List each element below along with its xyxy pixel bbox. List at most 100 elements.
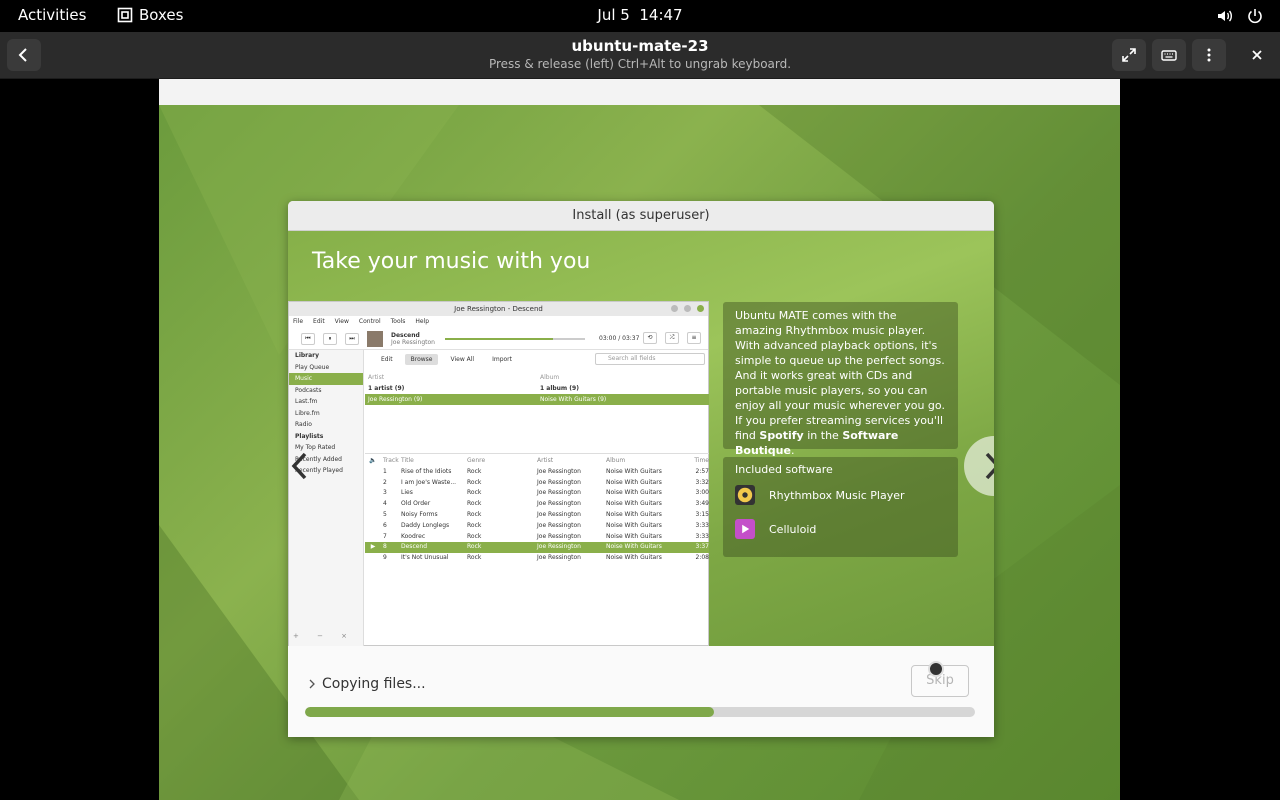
track-genre: Rock xyxy=(467,478,482,486)
more-options-button[interactable] xyxy=(1192,39,1226,71)
prev-track-icon: ⏮ xyxy=(301,332,315,345)
rb-tab: Import xyxy=(492,355,512,363)
artist-selected: Joe Ressington (9) xyxy=(368,396,423,403)
track-n: 8 xyxy=(383,543,387,551)
library-item: Last.fm xyxy=(295,398,318,405)
rb-menu-item: File xyxy=(293,318,304,325)
software-item: Celluloid xyxy=(735,519,816,539)
track-n: 6 xyxy=(383,521,387,529)
track-artist: Joe Ressington xyxy=(537,510,581,518)
next-slide-button[interactable] xyxy=(964,436,994,496)
col-album: Album xyxy=(606,457,626,464)
progress-fill xyxy=(305,707,714,717)
installer-title: Install (as superuser) xyxy=(288,201,994,231)
track-row: 5 Noisy Forms Rock Joe Ressington Noise With… xyxy=(365,510,709,521)
track-n: 9 xyxy=(383,554,387,562)
track-artist: Joe Ressington xyxy=(537,478,581,486)
library-item: Music xyxy=(289,373,363,385)
rb-controls: ⏮ ⏸ ⏭ Descend Joe Ressington 03:00 / 03:… xyxy=(289,328,708,350)
track-time: 3:33 xyxy=(695,532,709,540)
keyboard-icon xyxy=(1161,50,1177,61)
artist-header: Artist xyxy=(368,374,385,381)
album-all: 1 album (9) xyxy=(540,385,579,392)
track-status xyxy=(365,488,381,499)
track-status xyxy=(365,478,381,489)
close-button[interactable] xyxy=(1240,39,1274,71)
track-row: 7 Koodrec Rock Joe Ressington Noise With Gui… xyxy=(365,532,709,543)
track-album: Noise With Guitars xyxy=(606,532,662,540)
previous-slide-button[interactable] xyxy=(288,446,312,486)
track-genre: Rock xyxy=(467,532,482,540)
chevron-right-icon xyxy=(985,452,994,480)
fullscreen-icon xyxy=(1122,48,1136,62)
track-n: 1 xyxy=(383,467,387,475)
track-time: 3:37 xyxy=(695,543,709,551)
track-time: 3:15 xyxy=(695,510,709,518)
track-n: 4 xyxy=(383,500,387,508)
speaker-icon: 🔈 xyxy=(369,457,377,464)
track-time: 2:08 xyxy=(695,554,709,562)
track-genre: Rock xyxy=(467,489,482,497)
track-row: ▶ 8 Descend Rock Joe Ressington Noise With Gu… xyxy=(365,542,709,554)
system-menu[interactable] xyxy=(1216,7,1264,25)
install-status[interactable]: Copying files... xyxy=(308,676,426,692)
track-genre: Rock xyxy=(467,500,482,508)
mouse-cursor xyxy=(928,661,944,677)
col-genre: Genre xyxy=(467,457,486,464)
track-time: 2:57 xyxy=(695,467,709,475)
vm-title: ubuntu-mate-23 xyxy=(571,37,709,55)
software-item: Rhythmbox Music Player xyxy=(735,485,905,505)
rb-menubar: File Edit View Control Tools Help xyxy=(289,316,708,328)
track-artist: Joe Ressington xyxy=(537,554,581,562)
vertical-dots-icon xyxy=(1207,48,1211,62)
boxes-icon xyxy=(117,7,133,23)
col-time: Time xyxy=(694,457,709,464)
install-progress-bar xyxy=(305,707,975,717)
software-name: Celluloid xyxy=(769,522,817,536)
rb-tab: Edit xyxy=(381,355,393,363)
description-segment: Ubuntu MATE comes with the amazing Rhyth… xyxy=(735,309,945,442)
track-artist: Joe Ressington xyxy=(537,521,581,529)
track-title: It's Not Unusual xyxy=(401,554,449,562)
track-genre: Rock xyxy=(467,521,482,529)
track-time: 3:32 xyxy=(695,478,709,486)
clock-date: Jul 5 xyxy=(597,6,630,24)
track-album: Noise With Guitars xyxy=(606,500,662,508)
app-name: Boxes xyxy=(139,6,184,24)
seek-bar xyxy=(445,338,585,340)
description-segment: . xyxy=(790,444,795,457)
pause-icon: ⏸ xyxy=(323,332,337,345)
track-header: 🔈 Track Title Genre Artist Album Time xyxy=(365,456,709,467)
chevron-left-icon xyxy=(291,452,307,480)
keyboard-button[interactable] xyxy=(1152,39,1186,71)
app-menu[interactable]: Boxes xyxy=(117,6,183,24)
activities-button[interactable]: Activities xyxy=(18,6,86,24)
track-time: 3:49 xyxy=(695,500,709,508)
track-artist: Joe Ressington xyxy=(537,532,581,540)
clock[interactable]: Jul 5 14:47 xyxy=(597,6,682,24)
track-album: Noise With Guitars xyxy=(606,543,662,551)
status-text: Copying files... xyxy=(322,676,426,692)
menu-icon: ≡ xyxy=(687,332,701,344)
library-item: Libre.fm xyxy=(295,409,320,417)
slideshow: Take your music with you Joe Ressington … xyxy=(288,231,994,646)
fullscreen-button[interactable] xyxy=(1112,39,1146,71)
now-playing-artist: Joe Ressington xyxy=(391,338,435,346)
album-art xyxy=(367,330,383,347)
track-title: I am Joe's Waste... xyxy=(401,478,457,486)
rb-title: Joe Ressington - Descend xyxy=(454,305,543,313)
track-artist: Joe Ressington xyxy=(537,489,581,497)
boxes-header-bar: ubuntu-mate-23 Press & release (left) Ct… xyxy=(0,32,1280,79)
close-icon xyxy=(1252,50,1262,60)
rhythmbox-icon xyxy=(735,485,755,505)
track-genre: Rock xyxy=(467,467,482,475)
chevron-right-icon xyxy=(309,679,315,689)
track-artist: Joe Ressington xyxy=(537,467,581,475)
celluloid-icon xyxy=(735,519,755,539)
track-status xyxy=(365,553,381,564)
track-title: Daddy Longlegs xyxy=(401,521,450,529)
col-artist: Artist xyxy=(537,457,554,464)
vm-display[interactable]: Install (as superuser) Take your music w… xyxy=(159,79,1120,800)
track-artist: Joe Ressington xyxy=(537,500,581,508)
track-status xyxy=(365,510,381,521)
